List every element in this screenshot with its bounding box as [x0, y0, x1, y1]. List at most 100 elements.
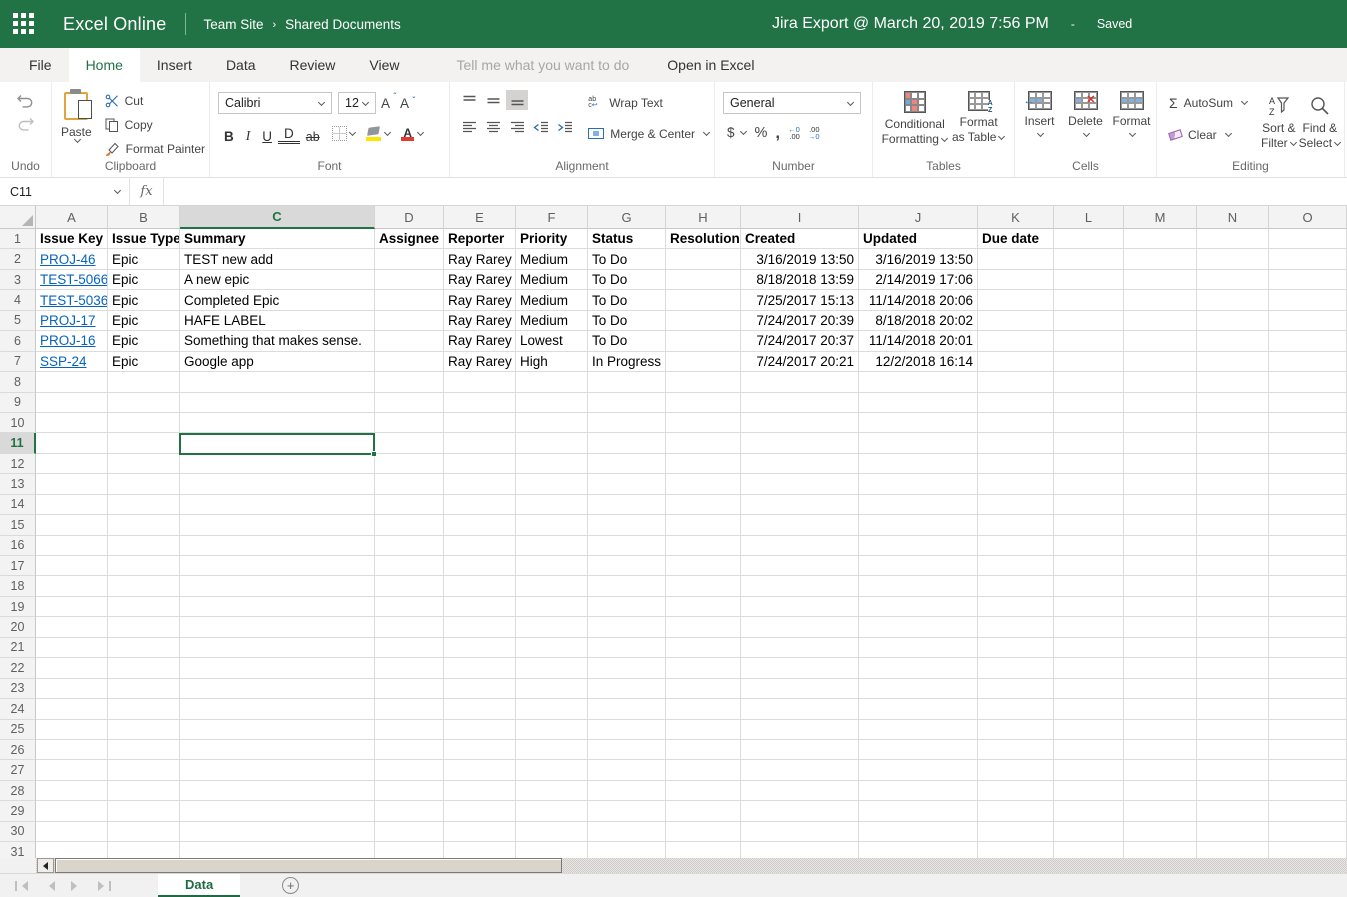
- row-header-25[interactable]: 25: [0, 720, 36, 740]
- first-sheet-icon[interactable]: [15, 881, 28, 891]
- cell-C3[interactable]: A new epic: [180, 270, 375, 290]
- cell-D12[interactable]: [375, 454, 444, 474]
- cell-H19[interactable]: [666, 597, 741, 617]
- row-header-14[interactable]: 14: [0, 495, 36, 515]
- row-header-16[interactable]: 16: [0, 536, 36, 556]
- cell-G23[interactable]: [588, 679, 666, 699]
- cell-I15[interactable]: [741, 515, 859, 535]
- bold-button[interactable]: B: [218, 123, 240, 144]
- cell-N12[interactable]: [1197, 454, 1269, 474]
- cell-B5[interactable]: Epic: [108, 311, 180, 331]
- increase-font-size-button[interactable]: Aˆ: [376, 92, 395, 114]
- cell-L1[interactable]: [1054, 229, 1124, 249]
- cell-J18[interactable]: [859, 576, 978, 596]
- cell-F14[interactable]: [516, 495, 588, 515]
- cell-E16[interactable]: [444, 536, 516, 556]
- fill-color-dropdown-chevron[interactable]: [384, 129, 391, 136]
- cell-G9[interactable]: [588, 393, 666, 413]
- cell-D29[interactable]: [375, 801, 444, 821]
- cell-O6[interactable]: [1269, 331, 1347, 351]
- cell-M26[interactable]: [1124, 740, 1197, 760]
- cell-B11[interactable]: [108, 433, 180, 453]
- strikethrough-button[interactable]: ab: [300, 123, 326, 144]
- cell-J29[interactable]: [859, 801, 978, 821]
- cell-H14[interactable]: [666, 495, 741, 515]
- cell-D31[interactable]: [375, 842, 444, 858]
- cell-E19[interactable]: [444, 597, 516, 617]
- cell-A25[interactable]: [36, 720, 108, 740]
- cell-K9[interactable]: [978, 393, 1054, 413]
- name-box[interactable]: C11: [0, 178, 130, 205]
- cell-O18[interactable]: [1269, 576, 1347, 596]
- cell-H11[interactable]: [666, 433, 741, 453]
- cell-J15[interactable]: [859, 515, 978, 535]
- autosum-button[interactable]: Σ AutoSum: [1165, 92, 1257, 113]
- cell-C14[interactable]: [180, 495, 375, 515]
- row-header-28[interactable]: 28: [0, 781, 36, 801]
- cell-C11[interactable]: [180, 433, 375, 453]
- column-header-I[interactable]: I: [741, 206, 859, 229]
- cell-I16[interactable]: [741, 536, 859, 556]
- cell-H5[interactable]: [666, 311, 741, 331]
- cell-L19[interactable]: [1054, 597, 1124, 617]
- cell-O5[interactable]: [1269, 311, 1347, 331]
- borders-icon[interactable]: [332, 126, 347, 141]
- cell-C27[interactable]: [180, 760, 375, 780]
- row-header-21[interactable]: 21: [0, 638, 36, 658]
- cell-D28[interactable]: [375, 781, 444, 801]
- cell-N4[interactable]: [1197, 290, 1269, 310]
- column-header-O[interactable]: O: [1269, 206, 1347, 229]
- cell-M19[interactable]: [1124, 597, 1197, 617]
- cell-K23[interactable]: [978, 679, 1054, 699]
- cell-M12[interactable]: [1124, 454, 1197, 474]
- cell-D17[interactable]: [375, 556, 444, 576]
- cell-D10[interactable]: [375, 413, 444, 433]
- cell-N29[interactable]: [1197, 801, 1269, 821]
- redo-icon[interactable]: [16, 117, 35, 131]
- cell-J28[interactable]: [859, 781, 978, 801]
- cell-L12[interactable]: [1054, 454, 1124, 474]
- cell-J3[interactable]: 2/14/2019 17:06: [859, 270, 978, 290]
- cell-C22[interactable]: [180, 658, 375, 678]
- cell-F7[interactable]: High: [516, 352, 588, 372]
- italic-button[interactable]: I: [240, 123, 257, 144]
- cell-I23[interactable]: [741, 679, 859, 699]
- cell-E12[interactable]: [444, 454, 516, 474]
- document-title[interactable]: Jira Export @ March 20, 2019 7:56 PM: [772, 15, 1049, 33]
- cell-A10[interactable]: [36, 413, 108, 433]
- cell-D4[interactable]: [375, 290, 444, 310]
- row-header-7[interactable]: 7: [0, 352, 36, 372]
- cell-F20[interactable]: [516, 617, 588, 637]
- cell-O4[interactable]: [1269, 290, 1347, 310]
- cell-J27[interactable]: [859, 760, 978, 780]
- column-header-B[interactable]: B: [108, 206, 180, 229]
- cell-D30[interactable]: [375, 822, 444, 842]
- cell-A28[interactable]: [36, 781, 108, 801]
- cell-B9[interactable]: [108, 393, 180, 413]
- cell-H28[interactable]: [666, 781, 741, 801]
- fill-color-icon[interactable]: [366, 126, 382, 142]
- cell-G7[interactable]: In Progress: [588, 352, 666, 372]
- cell-D26[interactable]: [375, 740, 444, 760]
- cell-O17[interactable]: [1269, 556, 1347, 576]
- cell-K14[interactable]: [978, 495, 1054, 515]
- cell-L8[interactable]: [1054, 372, 1124, 392]
- cell-C12[interactable]: [180, 454, 375, 474]
- cell-O11[interactable]: [1269, 433, 1347, 453]
- column-header-K[interactable]: K: [978, 206, 1054, 229]
- cell-B2[interactable]: Epic: [108, 249, 180, 269]
- cell-H16[interactable]: [666, 536, 741, 556]
- cell-J23[interactable]: [859, 679, 978, 699]
- cell-D7[interactable]: [375, 352, 444, 372]
- cell-K7[interactable]: [978, 352, 1054, 372]
- cell-J25[interactable]: [859, 720, 978, 740]
- last-sheet-icon[interactable]: [98, 881, 111, 891]
- cell-A3[interactable]: TEST-5066: [36, 270, 108, 290]
- cell-J1[interactable]: Updated: [859, 229, 978, 249]
- cell-G10[interactable]: [588, 413, 666, 433]
- cell-M28[interactable]: [1124, 781, 1197, 801]
- cell-C2[interactable]: TEST new add: [180, 249, 375, 269]
- cell-H10[interactable]: [666, 413, 741, 433]
- cell-J17[interactable]: [859, 556, 978, 576]
- cell-O12[interactable]: [1269, 454, 1347, 474]
